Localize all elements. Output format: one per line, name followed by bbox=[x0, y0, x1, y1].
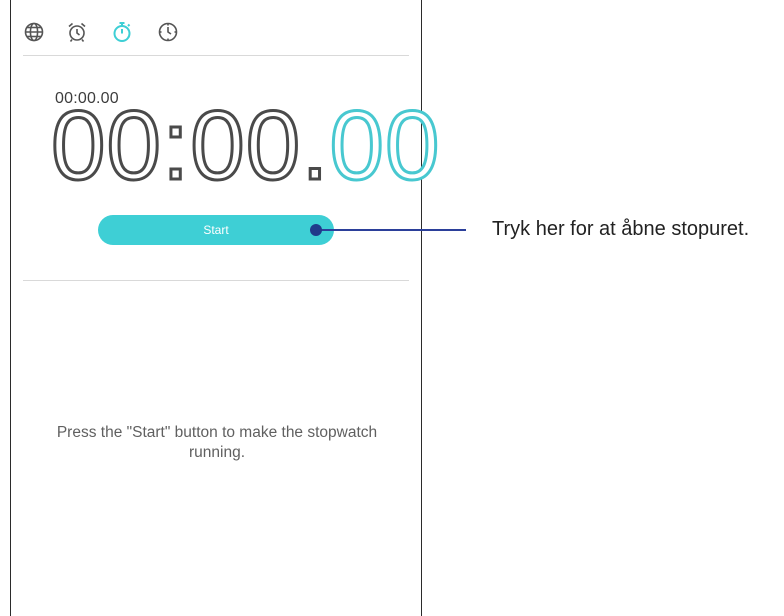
stopwatch-icon[interactable] bbox=[111, 21, 133, 43]
elapsed-time-hundredths: 00 bbox=[328, 90, 441, 200]
tab-divider bbox=[23, 55, 409, 56]
timer-icon[interactable] bbox=[157, 21, 179, 43]
start-button[interactable]: Start bbox=[98, 215, 334, 245]
content-divider bbox=[23, 280, 409, 281]
clock-app-screen: 00:00.00 00:00.00 Start Press the "Start… bbox=[10, 0, 441, 616]
alarm-clock-icon[interactable] bbox=[66, 21, 88, 43]
tab-bar bbox=[11, 0, 421, 56]
globe-icon[interactable] bbox=[23, 21, 45, 43]
stopwatch-display: 00:00.00 bbox=[49, 95, 440, 196]
stopwatch-hint: Press the "Start" button to make the sto… bbox=[56, 424, 378, 461]
callout-label: Tryk her for at åbne stopuret. bbox=[492, 218, 750, 240]
elapsed-time-main: 00:00. bbox=[49, 90, 330, 200]
callout-line bbox=[318, 229, 466, 231]
callout-dot bbox=[310, 224, 322, 236]
